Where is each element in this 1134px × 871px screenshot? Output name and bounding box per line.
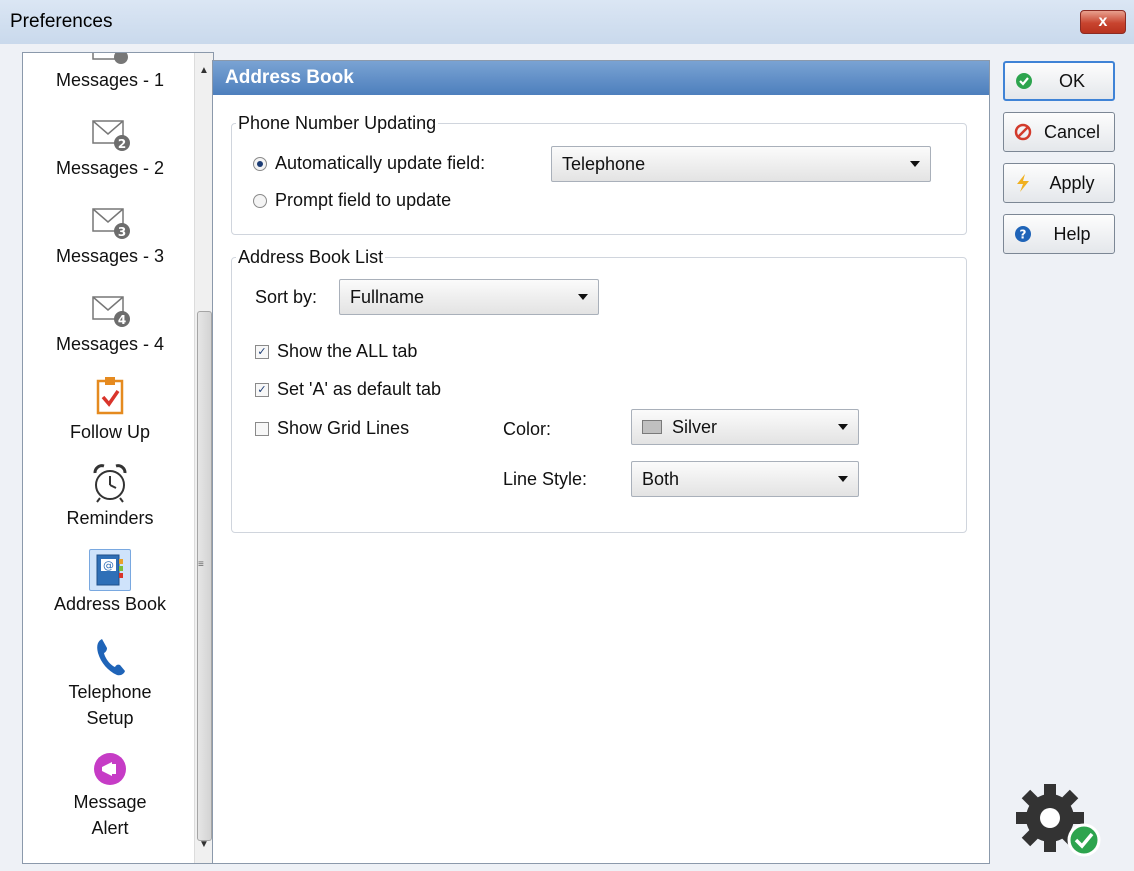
nav-item-label: Messages - 4 — [55, 334, 165, 354]
nav-item-label-line-2: Setup — [86, 708, 134, 728]
svg-text:?: ? — [1020, 228, 1027, 242]
color-label: Color: — [503, 419, 551, 440]
nav-scrollbar[interactable]: ▲ ≡ ▼ — [194, 53, 213, 863]
envelope-icon — [92, 53, 128, 64]
chevron-down-icon — [910, 161, 920, 167]
ok-button[interactable]: OK — [1003, 61, 1115, 101]
badge-text: 4 — [118, 313, 126, 327]
nav-item-reminders[interactable]: Reminders — [23, 461, 197, 531]
sort-by-text: Sort by: — [255, 287, 318, 307]
prompt-update-label: Prompt field to update — [275, 190, 452, 210]
nav-item-label: Address Book — [53, 594, 167, 614]
color-swatch — [642, 420, 662, 434]
address-book-icon: @ — [96, 554, 123, 586]
default-tab-label: Set 'A' as default tab — [277, 379, 441, 399]
nav-item-label: Messages - 2 — [55, 158, 165, 178]
settings-gear-check-icon — [1016, 784, 1101, 857]
group-legend: Phone Number Updating — [238, 113, 437, 133]
envelope-icon: 2 — [92, 120, 130, 151]
nav-item-address-book[interactable]: @ Address Book — [23, 549, 197, 617]
close-button[interactable]: x — [1080, 10, 1126, 34]
prompt-update-option[interactable]: Prompt field to update — [253, 190, 451, 211]
auto-update-label: Automatically update field: — [275, 153, 486, 173]
show-all-tab-checkbox[interactable]: ✓ — [255, 344, 269, 359]
chevron-down-icon — [838, 424, 848, 430]
selected-highlight: @ — [89, 549, 131, 591]
title-bar: Preferences x — [0, 0, 1134, 44]
line-style-value: Both — [642, 468, 680, 489]
nav-item-follow-up[interactable]: Follow Up — [23, 375, 197, 445]
cancel-button[interactable]: Cancel — [1003, 112, 1115, 152]
svg-text:@: @ — [103, 559, 114, 572]
clipboard-check-icon — [96, 377, 124, 415]
scroll-grip-icon: ≡ — [198, 559, 204, 570]
apply-label: Apply — [1049, 172, 1095, 193]
show-grid-lines-label: Show Grid Lines — [277, 418, 410, 438]
group-legend: Address Book List — [238, 247, 384, 267]
nav-item-label: Reminders — [66, 508, 154, 528]
megaphone-icon — [94, 753, 126, 785]
lightning-icon — [1012, 173, 1034, 193]
check-circle-icon — [1013, 72, 1035, 90]
chevron-down-icon — [838, 476, 848, 482]
scroll-up-arrow-icon[interactable]: ▲ — [195, 61, 213, 81]
auto-update-option[interactable]: Automatically update field: — [253, 153, 485, 174]
alarm-clock-icon — [93, 464, 127, 503]
ok-label: OK — [1058, 70, 1085, 91]
line-style-text: Line Style: — [503, 469, 588, 489]
show-all-tab-label: Show the ALL tab — [277, 341, 418, 361]
nav-item-messages-3[interactable]: 3 Messages - 3 — [23, 203, 197, 269]
close-icon: x — [1098, 13, 1108, 30]
line-style-dropdown[interactable]: Both — [631, 461, 859, 497]
sort-by-label: Sort by: — [255, 287, 317, 308]
show-all-tab-option[interactable]: ✓ Show the ALL tab — [255, 341, 417, 362]
badge-text: 3 — [118, 225, 126, 239]
sort-by-dropdown[interactable]: Fullname — [339, 279, 599, 315]
nav-item-messages-2[interactable]: 2 Messages - 2 — [23, 115, 197, 181]
envelope-icon: 3 — [92, 208, 130, 239]
show-grid-lines-checkbox[interactable] — [255, 421, 269, 436]
help-label: Help — [1053, 223, 1091, 244]
nav-item-messages-4[interactable]: 4 Messages - 4 — [23, 291, 197, 357]
update-field-dropdown[interactable]: Telephone — [551, 146, 931, 182]
help-circle-icon: ? — [1012, 225, 1034, 243]
badge-text: 2 — [118, 137, 126, 151]
nav-item-label: Follow Up — [69, 422, 151, 442]
prompt-update-radio[interactable] — [253, 193, 267, 208]
help-button[interactable]: ? Help — [1003, 214, 1115, 254]
pane-title: Address Book — [213, 61, 989, 95]
line-style-label: Line Style: — [503, 469, 587, 490]
nav-item-messages-1[interactable]: Messages - 1 — [23, 53, 197, 93]
chevron-down-icon — [578, 294, 588, 300]
nav-item-label: Message — [73, 792, 147, 812]
category-list[interactable]: Messages - 1 2 Messages - 2 3 Messages -… — [22, 52, 214, 864]
color-text: Color: — [503, 419, 552, 439]
default-tab-checkbox[interactable]: ✓ — [255, 382, 269, 397]
nav-item-message-alert[interactable]: Message Alert — [23, 749, 197, 841]
nav-item-label: Messages - 1 — [55, 70, 165, 90]
auto-update-radio[interactable] — [253, 156, 267, 171]
window-title: Preferences — [10, 11, 113, 32]
nav-item-label: Messages - 3 — [55, 246, 165, 266]
sort-by-value: Fullname — [350, 286, 425, 307]
envelope-icon: 4 — [92, 296, 130, 327]
scroll-thumb[interactable] — [197, 311, 212, 841]
cancel-label: Cancel — [1043, 121, 1101, 142]
default-tab-option[interactable]: ✓ Set 'A' as default tab — [255, 379, 441, 400]
preferences-window: Preferences x Messages - 1 2 Messages - … — [0, 0, 1134, 871]
nav-item-label-line-2: Alert — [91, 818, 129, 838]
nav-item-telephone-setup[interactable]: Telephone Setup — [23, 635, 197, 731]
grid-color-value: Silver — [672, 416, 718, 437]
phone-icon — [97, 639, 125, 676]
nav-item-label: Telephone — [68, 682, 152, 702]
show-grid-lines-option[interactable]: Show Grid Lines — [255, 418, 409, 439]
grid-color-dropdown[interactable]: Silver — [631, 409, 859, 445]
address-book-pane: Address Book Phone Number Updating Autom… — [212, 60, 990, 864]
apply-button[interactable]: Apply — [1003, 163, 1115, 203]
update-field-value: Telephone — [562, 153, 646, 174]
scroll-down-arrow-icon[interactable]: ▼ — [195, 835, 213, 855]
cancel-circle-icon — [1012, 123, 1034, 141]
